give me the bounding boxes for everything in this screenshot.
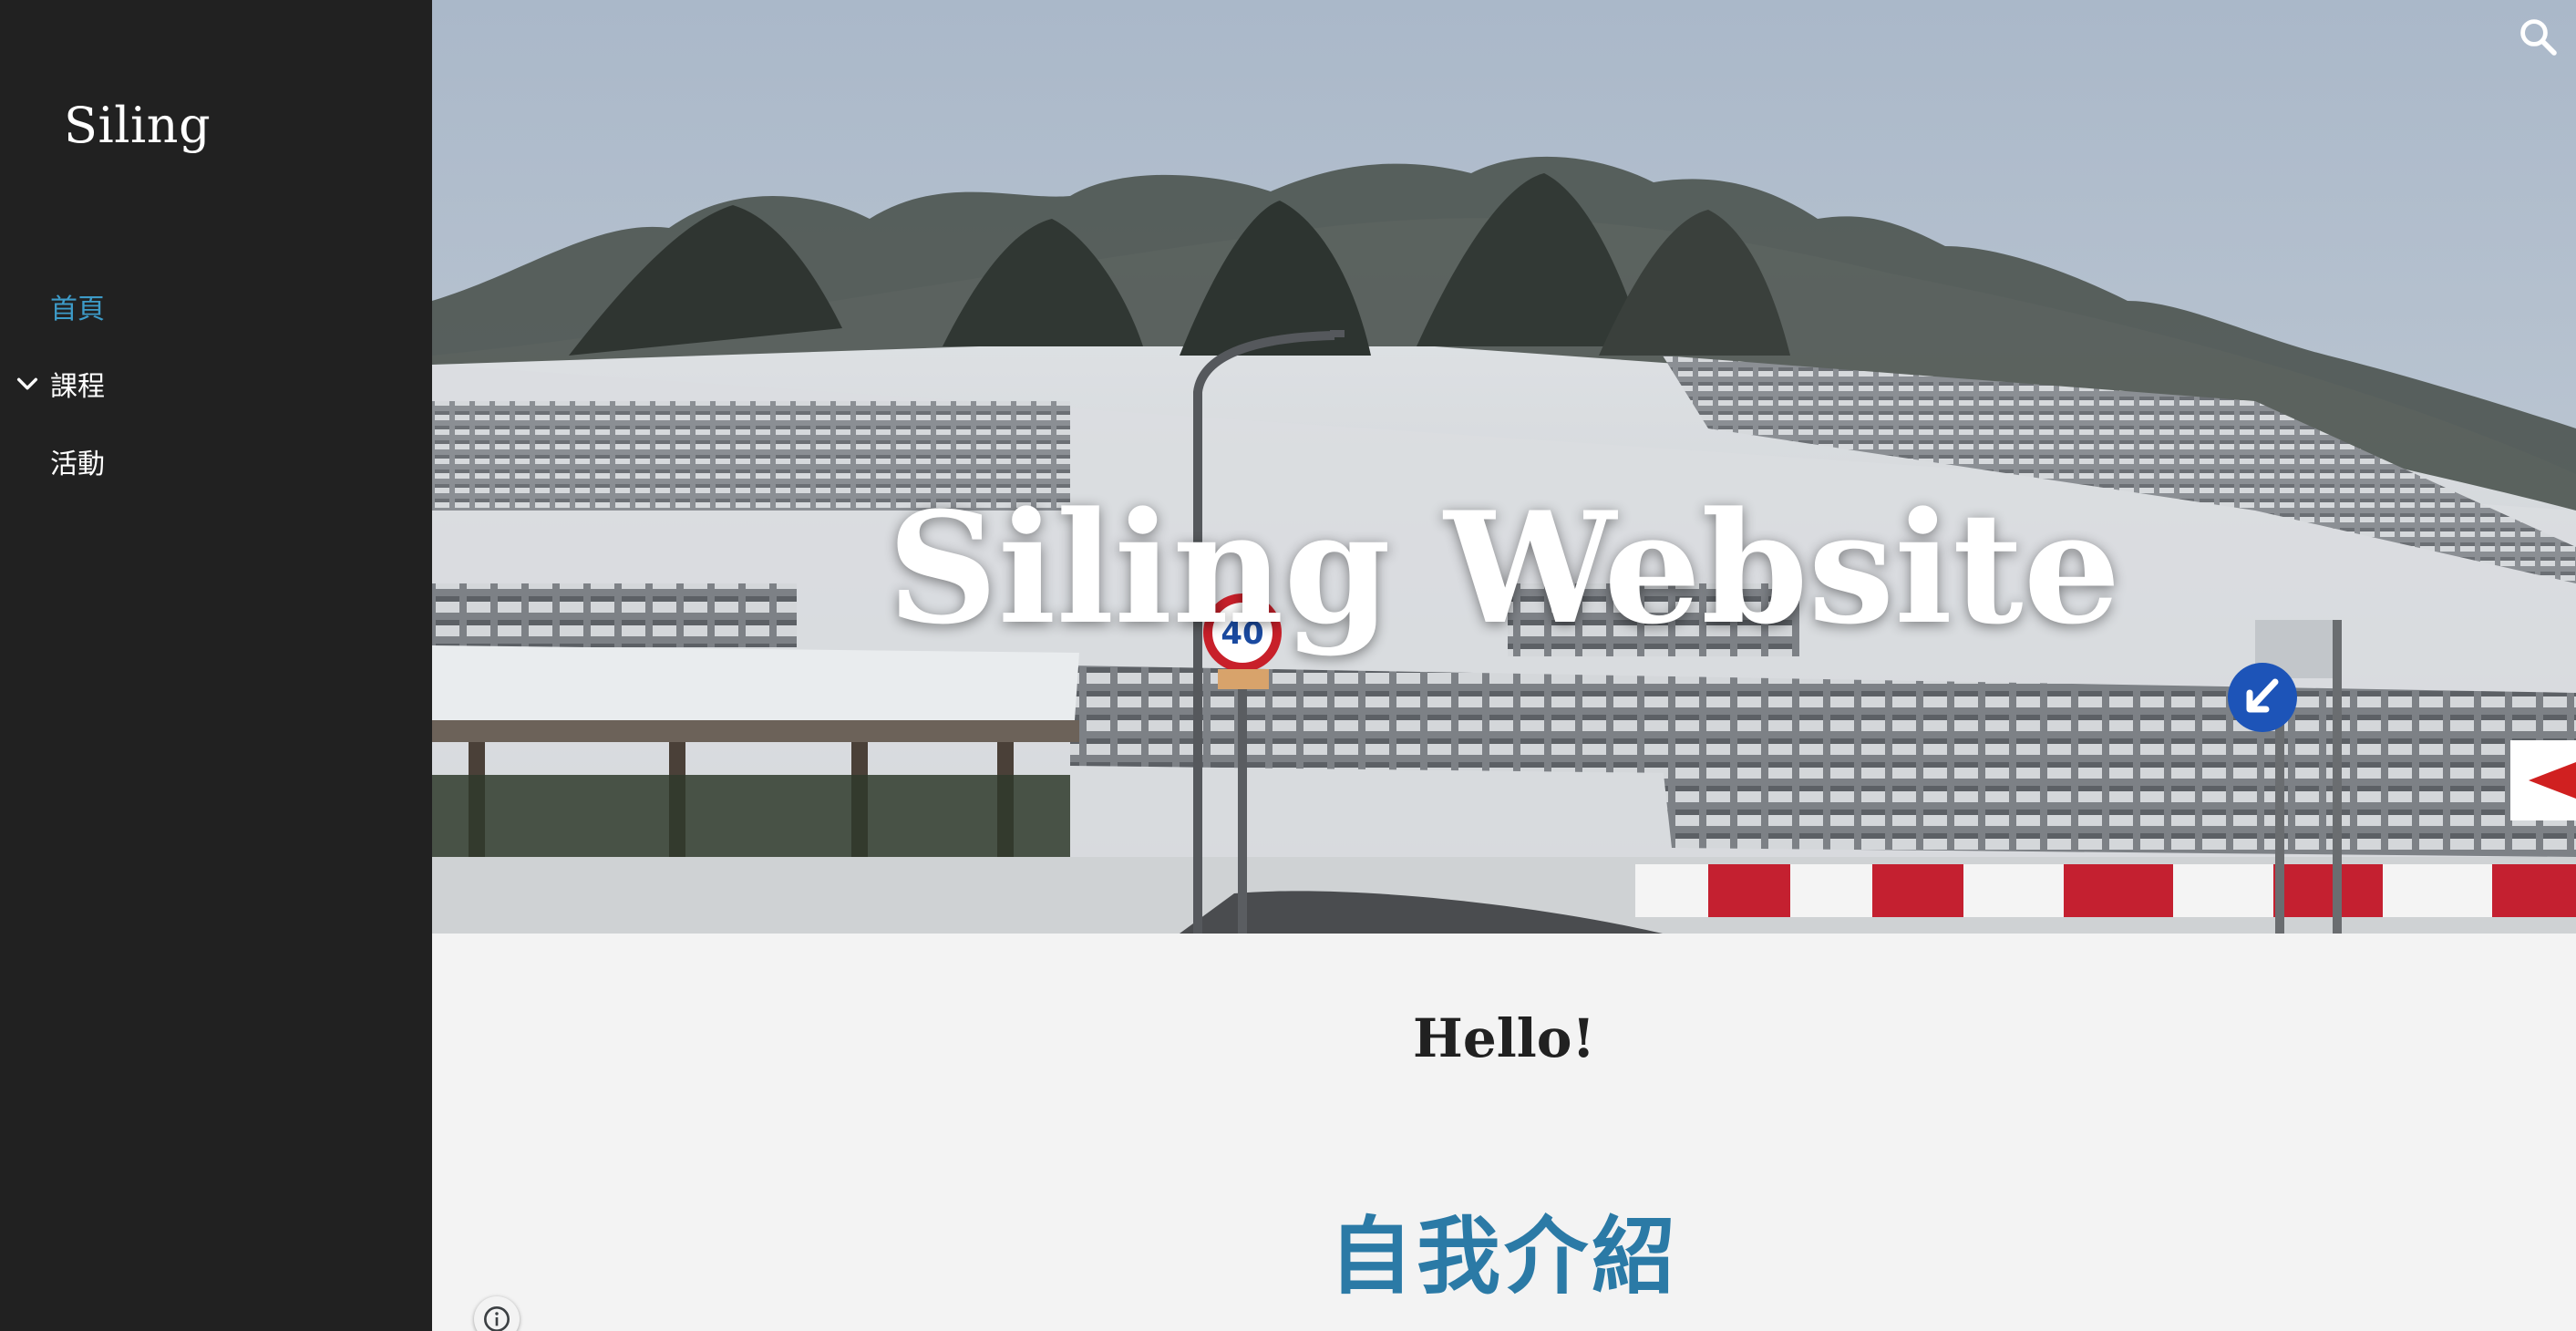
- chevron-down-icon[interactable]: [13, 369, 42, 398]
- page: Siling 首頁 課程 活動 40 Siling Website Hello!…: [0, 0, 2576, 1331]
- hero-title: Siling Website: [887, 477, 2121, 658]
- nav-item-home[interactable]: 首頁: [50, 279, 105, 334]
- hero-background-image: 40: [432, 0, 2576, 934]
- hero-banner: 40 Siling Website: [432, 0, 2576, 934]
- section-heading-intro: 自我介紹: [1328, 1208, 1679, 1305]
- search-icon[interactable]: [2516, 15, 2560, 58]
- site-name[interactable]: Siling: [64, 91, 211, 160]
- sidebar: Siling 首頁 課程 活動: [0, 0, 432, 1331]
- main-content: Hello! 自我介紹: [432, 934, 2576, 1331]
- greeting-heading: Hello!: [1413, 1007, 1595, 1069]
- nav-item-activity[interactable]: 活動: [50, 434, 105, 489]
- nav-item-course[interactable]: 課程: [50, 356, 105, 411]
- info-icon: [484, 1306, 510, 1331]
